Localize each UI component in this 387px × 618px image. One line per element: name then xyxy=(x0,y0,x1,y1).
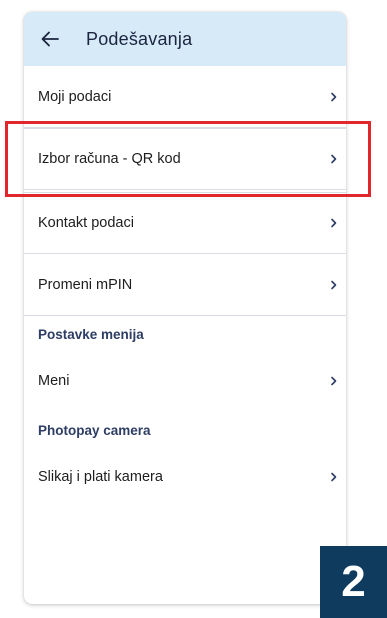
screen: Podešavanja Moji podaci Izbor računa - Q… xyxy=(0,0,387,618)
section-title: Postavke menija xyxy=(38,326,144,342)
menu-item-izbor-racuna[interactable]: Izbor računa - QR kod xyxy=(24,128,346,190)
menu-item-kontakt-podaci[interactable]: Kontakt podaci xyxy=(24,192,346,254)
section-header-postavke-menija: Postavke menija xyxy=(24,319,346,349)
chevron-right-icon xyxy=(331,280,337,289)
menu-item-moji-podaci[interactable]: Moji podaci xyxy=(24,66,346,128)
section-title: Photopay camera xyxy=(38,422,151,438)
menu-item-label: Slikaj i plati kamera xyxy=(38,469,163,485)
settings-panel: Podešavanja Moji podaci Izbor računa - Q… xyxy=(24,12,346,604)
menu-item-promeni-mpin[interactable]: Promeni mPIN xyxy=(24,254,346,316)
menu-item-label: Kontakt podaci xyxy=(38,215,134,231)
arrow-left-icon xyxy=(41,31,59,47)
chevron-right-icon xyxy=(331,376,337,386)
menu-item-label: Meni xyxy=(38,373,70,389)
step-badge: 2 xyxy=(320,546,387,618)
menu-item-slikaj-i-plati[interactable]: Slikaj i plati kamera xyxy=(24,446,346,508)
section-header-photopay-camera: Photopay camera xyxy=(24,415,346,445)
page-title: Podešavanja xyxy=(86,28,193,49)
menu-item-label: Izbor računa - QR kod xyxy=(38,151,181,167)
menu-item-label: Promeni mPIN xyxy=(38,276,133,293)
chevron-right-icon xyxy=(331,92,337,101)
chevron-right-icon xyxy=(331,154,337,164)
chevron-right-icon xyxy=(331,472,337,482)
app-header: Podešavanja xyxy=(24,12,346,66)
step-number: 2 xyxy=(341,557,366,606)
back-button[interactable] xyxy=(37,26,63,52)
chevron-right-icon xyxy=(331,218,337,228)
menu-item-label: Moji podaci xyxy=(38,88,112,105)
menu-item-meni[interactable]: Meni xyxy=(24,350,346,412)
